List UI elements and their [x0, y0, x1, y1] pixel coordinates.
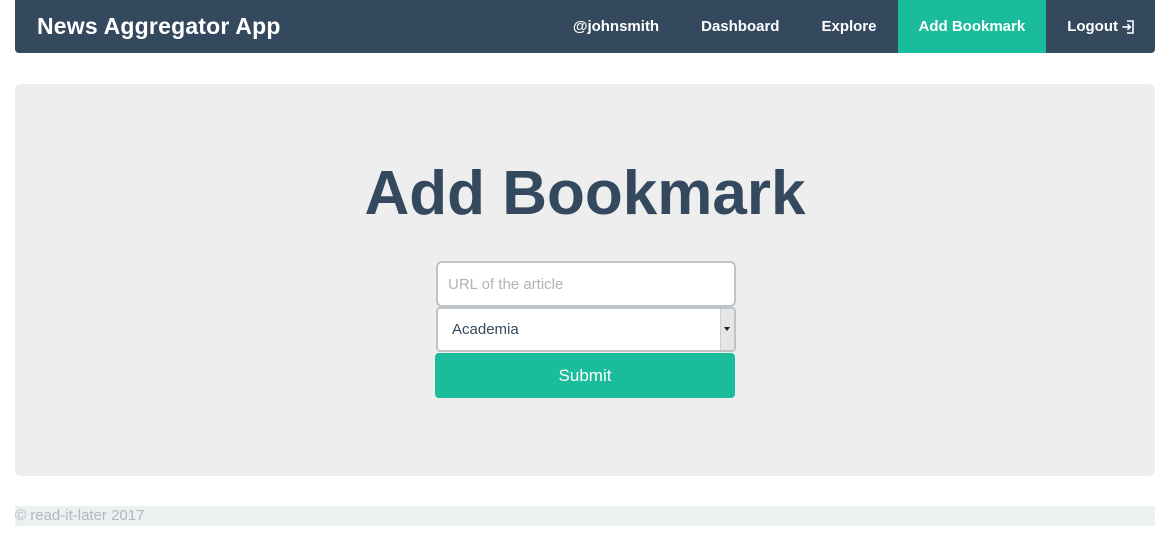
submit-button[interactable]: Submit: [435, 353, 735, 398]
add-bookmark-panel: Add Bookmark Academia Submit: [15, 84, 1155, 476]
nav-item-label: Logout: [1067, 18, 1118, 35]
app-brand[interactable]: News Aggregator App: [37, 0, 281, 53]
url-input[interactable]: [436, 261, 736, 307]
page-title: Add Bookmark: [364, 159, 806, 228]
footer: © read-it-later 2017: [15, 506, 1155, 526]
category-select-value: Academia: [452, 321, 519, 338]
nav-menu: @johnsmith Dashboard Explore Add Bookmar…: [552, 0, 1155, 53]
nav-item-label: Dashboard: [701, 18, 780, 35]
logout-icon: [1122, 19, 1134, 34]
top-navbar: News Aggregator App @johnsmith Dashboard…: [15, 0, 1155, 53]
nav-item-label: Explore: [821, 18, 877, 35]
nav-item-explore[interactable]: Explore: [800, 0, 897, 53]
nav-item-logout[interactable]: Logout: [1046, 0, 1155, 53]
footer-copyright: © read-it-later 2017: [15, 507, 145, 524]
nav-item-add-bookmark[interactable]: Add Bookmark: [897, 0, 1047, 53]
nav-item-label: Add Bookmark: [918, 18, 1026, 35]
nav-item-dashboard[interactable]: Dashboard: [680, 0, 800, 53]
nav-item-username[interactable]: @johnsmith: [552, 0, 680, 53]
dropdown-arrow-icon[interactable]: [720, 309, 734, 350]
category-select[interactable]: Academia: [436, 307, 736, 352]
nav-item-label: @johnsmith: [572, 18, 660, 35]
